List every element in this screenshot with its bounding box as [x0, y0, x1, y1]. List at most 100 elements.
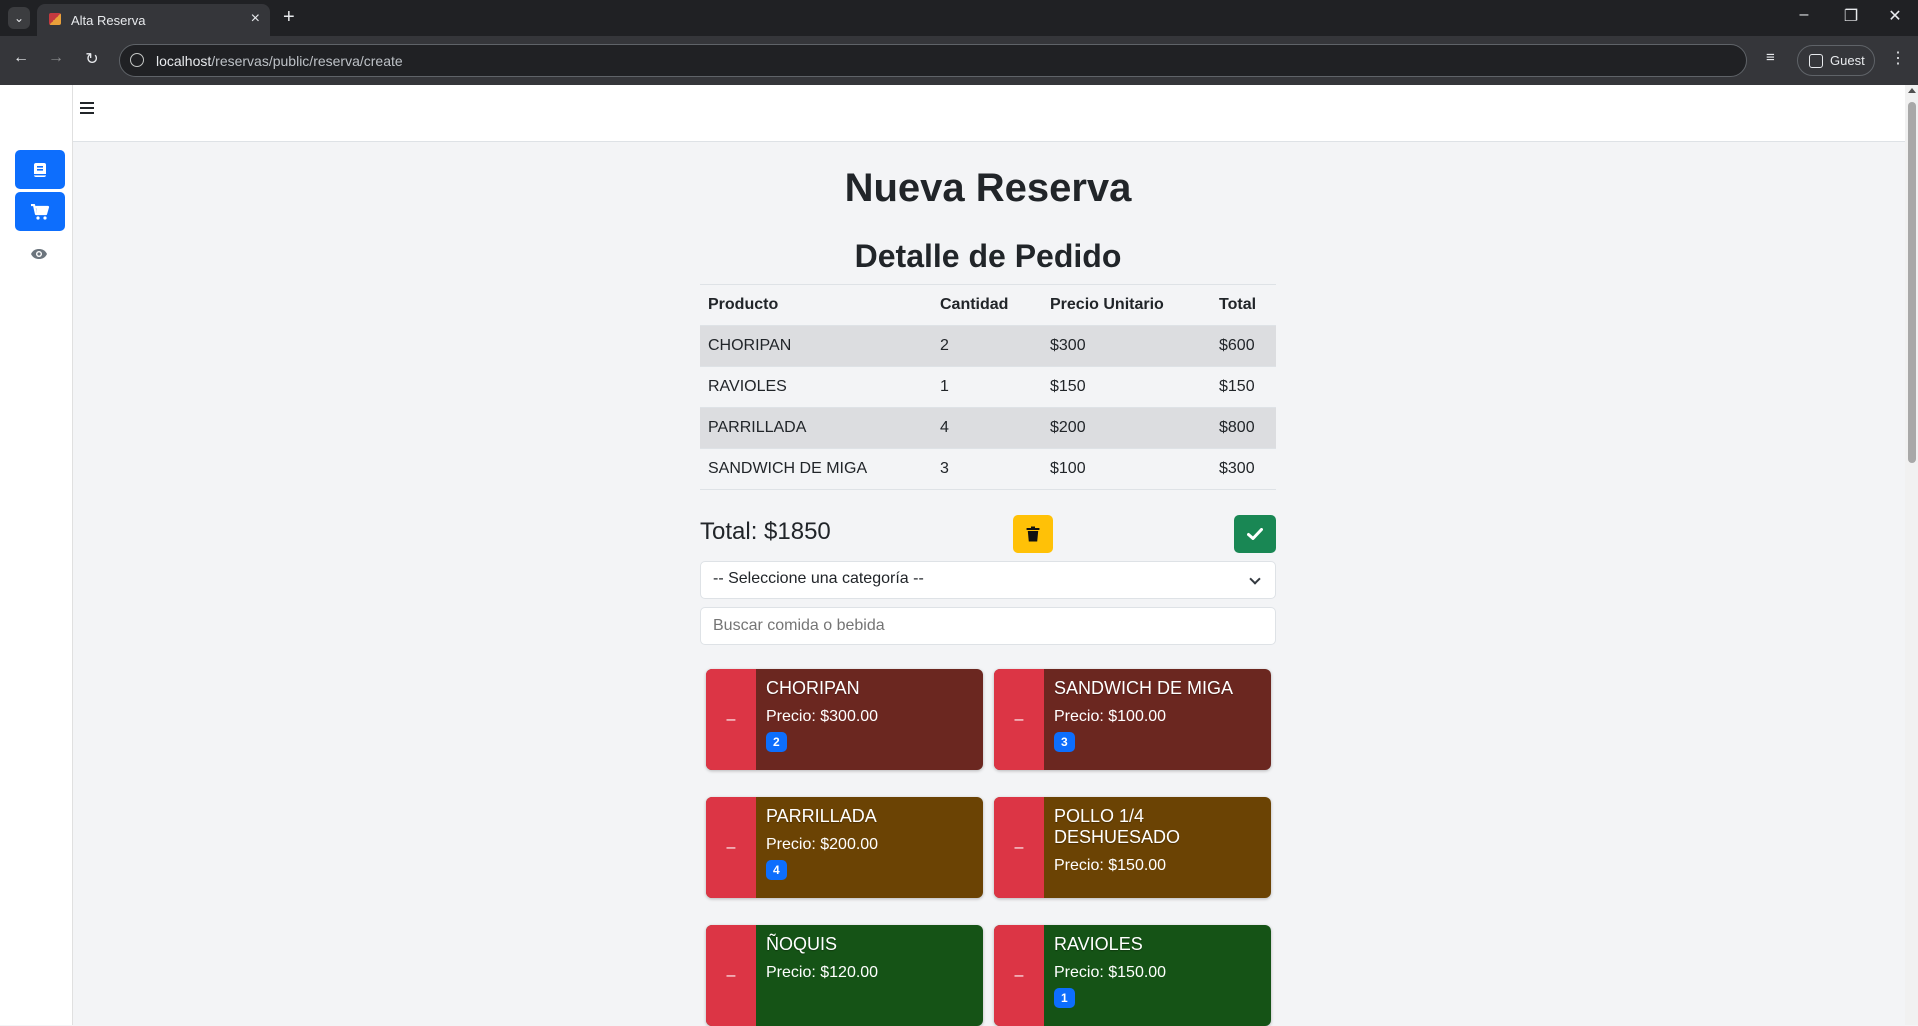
page-title: Nueva Reserva — [844, 166, 1132, 210]
product-card-body[interactable]: PARRILLADA Precio: $200.00 4 — [756, 797, 983, 898]
new-tab-icon[interactable]: + — [283, 6, 295, 29]
cell-quantity: 1 — [932, 366, 1042, 408]
book-icon — [34, 162, 46, 177]
restore-icon[interactable]: ❐ — [1836, 6, 1866, 26]
cell-product: CHORIPAN — [700, 325, 932, 367]
column-header: Precio Unitario — [1042, 284, 1211, 326]
order-total: Total: $1850 — [700, 518, 831, 545]
decrease-quantity-button[interactable]: – — [706, 797, 756, 898]
product-name: RAVIOLES — [1054, 934, 1143, 954]
clear-order-button[interactable] — [1013, 515, 1053, 553]
product-card[interactable]: – SANDWICH DE MIGA Precio: $100.00 3 — [994, 669, 1271, 770]
product-price: Precio: $100.00 — [1054, 708, 1167, 725]
cell-product: SANDWICH DE MIGA — [700, 448, 932, 490]
sidebar-reservas-button[interactable] — [15, 150, 65, 189]
eye-icon[interactable] — [30, 247, 48, 265]
product-name: SANDWICH DE MIGA — [1054, 678, 1234, 698]
product-card[interactable]: – POLLO 1/4 DESHUESADO Precio: $150.00 — [994, 797, 1271, 898]
close-window-icon[interactable]: ✕ — [1880, 6, 1910, 26]
quantity-badge: 2 — [766, 732, 787, 752]
category-select-value: -- Seleccione una categoría -- — [713, 570, 924, 587]
top-navbar — [73, 85, 1905, 142]
cart-icon — [31, 203, 50, 220]
cell-total: $800 — [1211, 407, 1276, 449]
confirm-order-button[interactable] — [1234, 515, 1276, 553]
browser-menu-icon[interactable]: ⋮ — [1890, 48, 1906, 68]
profile-label: Guest — [1830, 53, 1865, 68]
table-header-row: Producto Cantidad Precio Unitario Total — [700, 284, 1276, 326]
product-card-body[interactable]: SANDWICH DE MIGA Precio: $100.00 3 — [1044, 669, 1271, 770]
address-bar[interactable]: localhost/reservas/public/reserva/create — [119, 44, 1747, 77]
product-price: Precio: $150.00 — [1054, 857, 1167, 874]
quantity-badge: 4 — [766, 860, 787, 880]
tab-search-icon[interactable]: ⌄ — [8, 7, 30, 29]
hamburger-menu-icon[interactable] — [80, 102, 94, 117]
table-row: CHORIPAN 2 $300 $600 — [700, 325, 1276, 367]
cell-quantity: 4 — [932, 407, 1042, 449]
category-select[interactable]: -- Seleccione una categoría -- — [700, 561, 1276, 599]
page-scrollbar[interactable] — [1905, 85, 1918, 1025]
decrease-quantity-button[interactable]: – — [706, 925, 756, 1026]
cell-product: PARRILLADA — [700, 407, 932, 449]
check-icon — [1247, 528, 1263, 540]
order-detail-table: Producto Cantidad Precio Unitario Total … — [700, 284, 1276, 490]
trash-icon — [1026, 526, 1040, 542]
browser-toolbar: ← → ↻ localhost/reservas/public/reserva/… — [0, 36, 1918, 85]
table-row: SANDWICH DE MIGA 3 $100 $300 — [700, 448, 1276, 490]
product-name: ÑOQUIS — [766, 934, 838, 954]
sidebar — [0, 85, 73, 1025]
product-card-body[interactable]: POLLO 1/4 DESHUESADO Precio: $150.00 — [1044, 797, 1271, 898]
product-card[interactable]: – PARRILLADA Precio: $200.00 4 — [706, 797, 983, 898]
url-text: localhost/reservas/public/reserva/create — [156, 53, 403, 69]
page-viewport: Nueva Reserva Detalle de Pedido Producto… — [0, 85, 1918, 1026]
cell-product: RAVIOLES — [700, 366, 932, 408]
browser-tab[interactable]: Alta Reserva × — [37, 4, 270, 36]
cell-quantity: 3 — [932, 448, 1042, 490]
sidebar-cart-button[interactable] — [15, 192, 65, 231]
section-title: Detalle de Pedido — [854, 238, 1122, 274]
product-name: PARRILLADA — [766, 806, 877, 826]
cell-total: $600 — [1211, 325, 1276, 367]
cell-quantity: 2 — [932, 325, 1042, 367]
decrease-quantity-button[interactable]: – — [994, 925, 1044, 1026]
tab-title: Alta Reserva — [71, 13, 146, 28]
product-price: Precio: $200.00 — [766, 836, 879, 853]
product-card-body[interactable]: RAVIOLES Precio: $150.00 1 — [1044, 925, 1271, 1026]
cell-total: $150 — [1211, 366, 1276, 408]
favicon-icon — [49, 13, 61, 25]
back-icon[interactable]: ← — [10, 49, 32, 67]
cell-unit-price: $300 — [1042, 325, 1211, 367]
decrease-quantity-button[interactable]: – — [994, 669, 1044, 770]
product-price: Precio: $300.00 — [766, 708, 879, 725]
search-input[interactable] — [700, 607, 1276, 645]
chevron-down-icon — [1249, 573, 1261, 585]
profile-button[interactable]: Guest — [1797, 45, 1875, 76]
product-price: Precio: $150.00 — [1054, 964, 1167, 981]
scroll-up-arrow-icon[interactable] — [1908, 88, 1916, 93]
decrease-quantity-button[interactable]: – — [706, 669, 756, 770]
reload-icon[interactable]: ↻ — [81, 49, 103, 69]
product-card[interactable]: – CHORIPAN Precio: $300.00 2 — [706, 669, 983, 770]
close-tab-icon[interactable]: × — [251, 10, 260, 28]
product-card[interactable]: – RAVIOLES Precio: $150.00 1 — [994, 925, 1271, 1026]
minimize-icon[interactable]: – — [1789, 6, 1819, 24]
product-card-body[interactable]: ÑOQUIS Precio: $120.00 — [756, 925, 983, 1026]
cell-unit-price: $100 — [1042, 448, 1211, 490]
column-header: Producto — [700, 284, 932, 326]
browser-tabstrip: ⌄ Alta Reserva × + – ❐ ✕ — [0, 0, 1918, 36]
product-name: CHORIPAN — [766, 678, 860, 698]
forward-icon[interactable]: → — [45, 49, 67, 67]
media-controls-icon[interactable]: ≡ — [1766, 49, 1775, 66]
product-name: POLLO 1/4 DESHUESADO — [1054, 806, 1181, 847]
cell-total: $300 — [1211, 448, 1276, 490]
column-header: Cantidad — [932, 284, 1042, 326]
product-card-body[interactable]: CHORIPAN Precio: $300.00 2 — [756, 669, 983, 770]
decrease-quantity-button[interactable]: – — [994, 797, 1044, 898]
table-row: RAVIOLES 1 $150 $150 — [700, 366, 1276, 408]
column-header: Total — [1211, 284, 1276, 326]
site-info-icon[interactable] — [130, 53, 144, 67]
cell-unit-price: $200 — [1042, 407, 1211, 449]
profile-icon — [1809, 54, 1823, 68]
product-card[interactable]: – ÑOQUIS Precio: $120.00 — [706, 925, 983, 1026]
scrollbar-thumb[interactable] — [1908, 102, 1916, 463]
